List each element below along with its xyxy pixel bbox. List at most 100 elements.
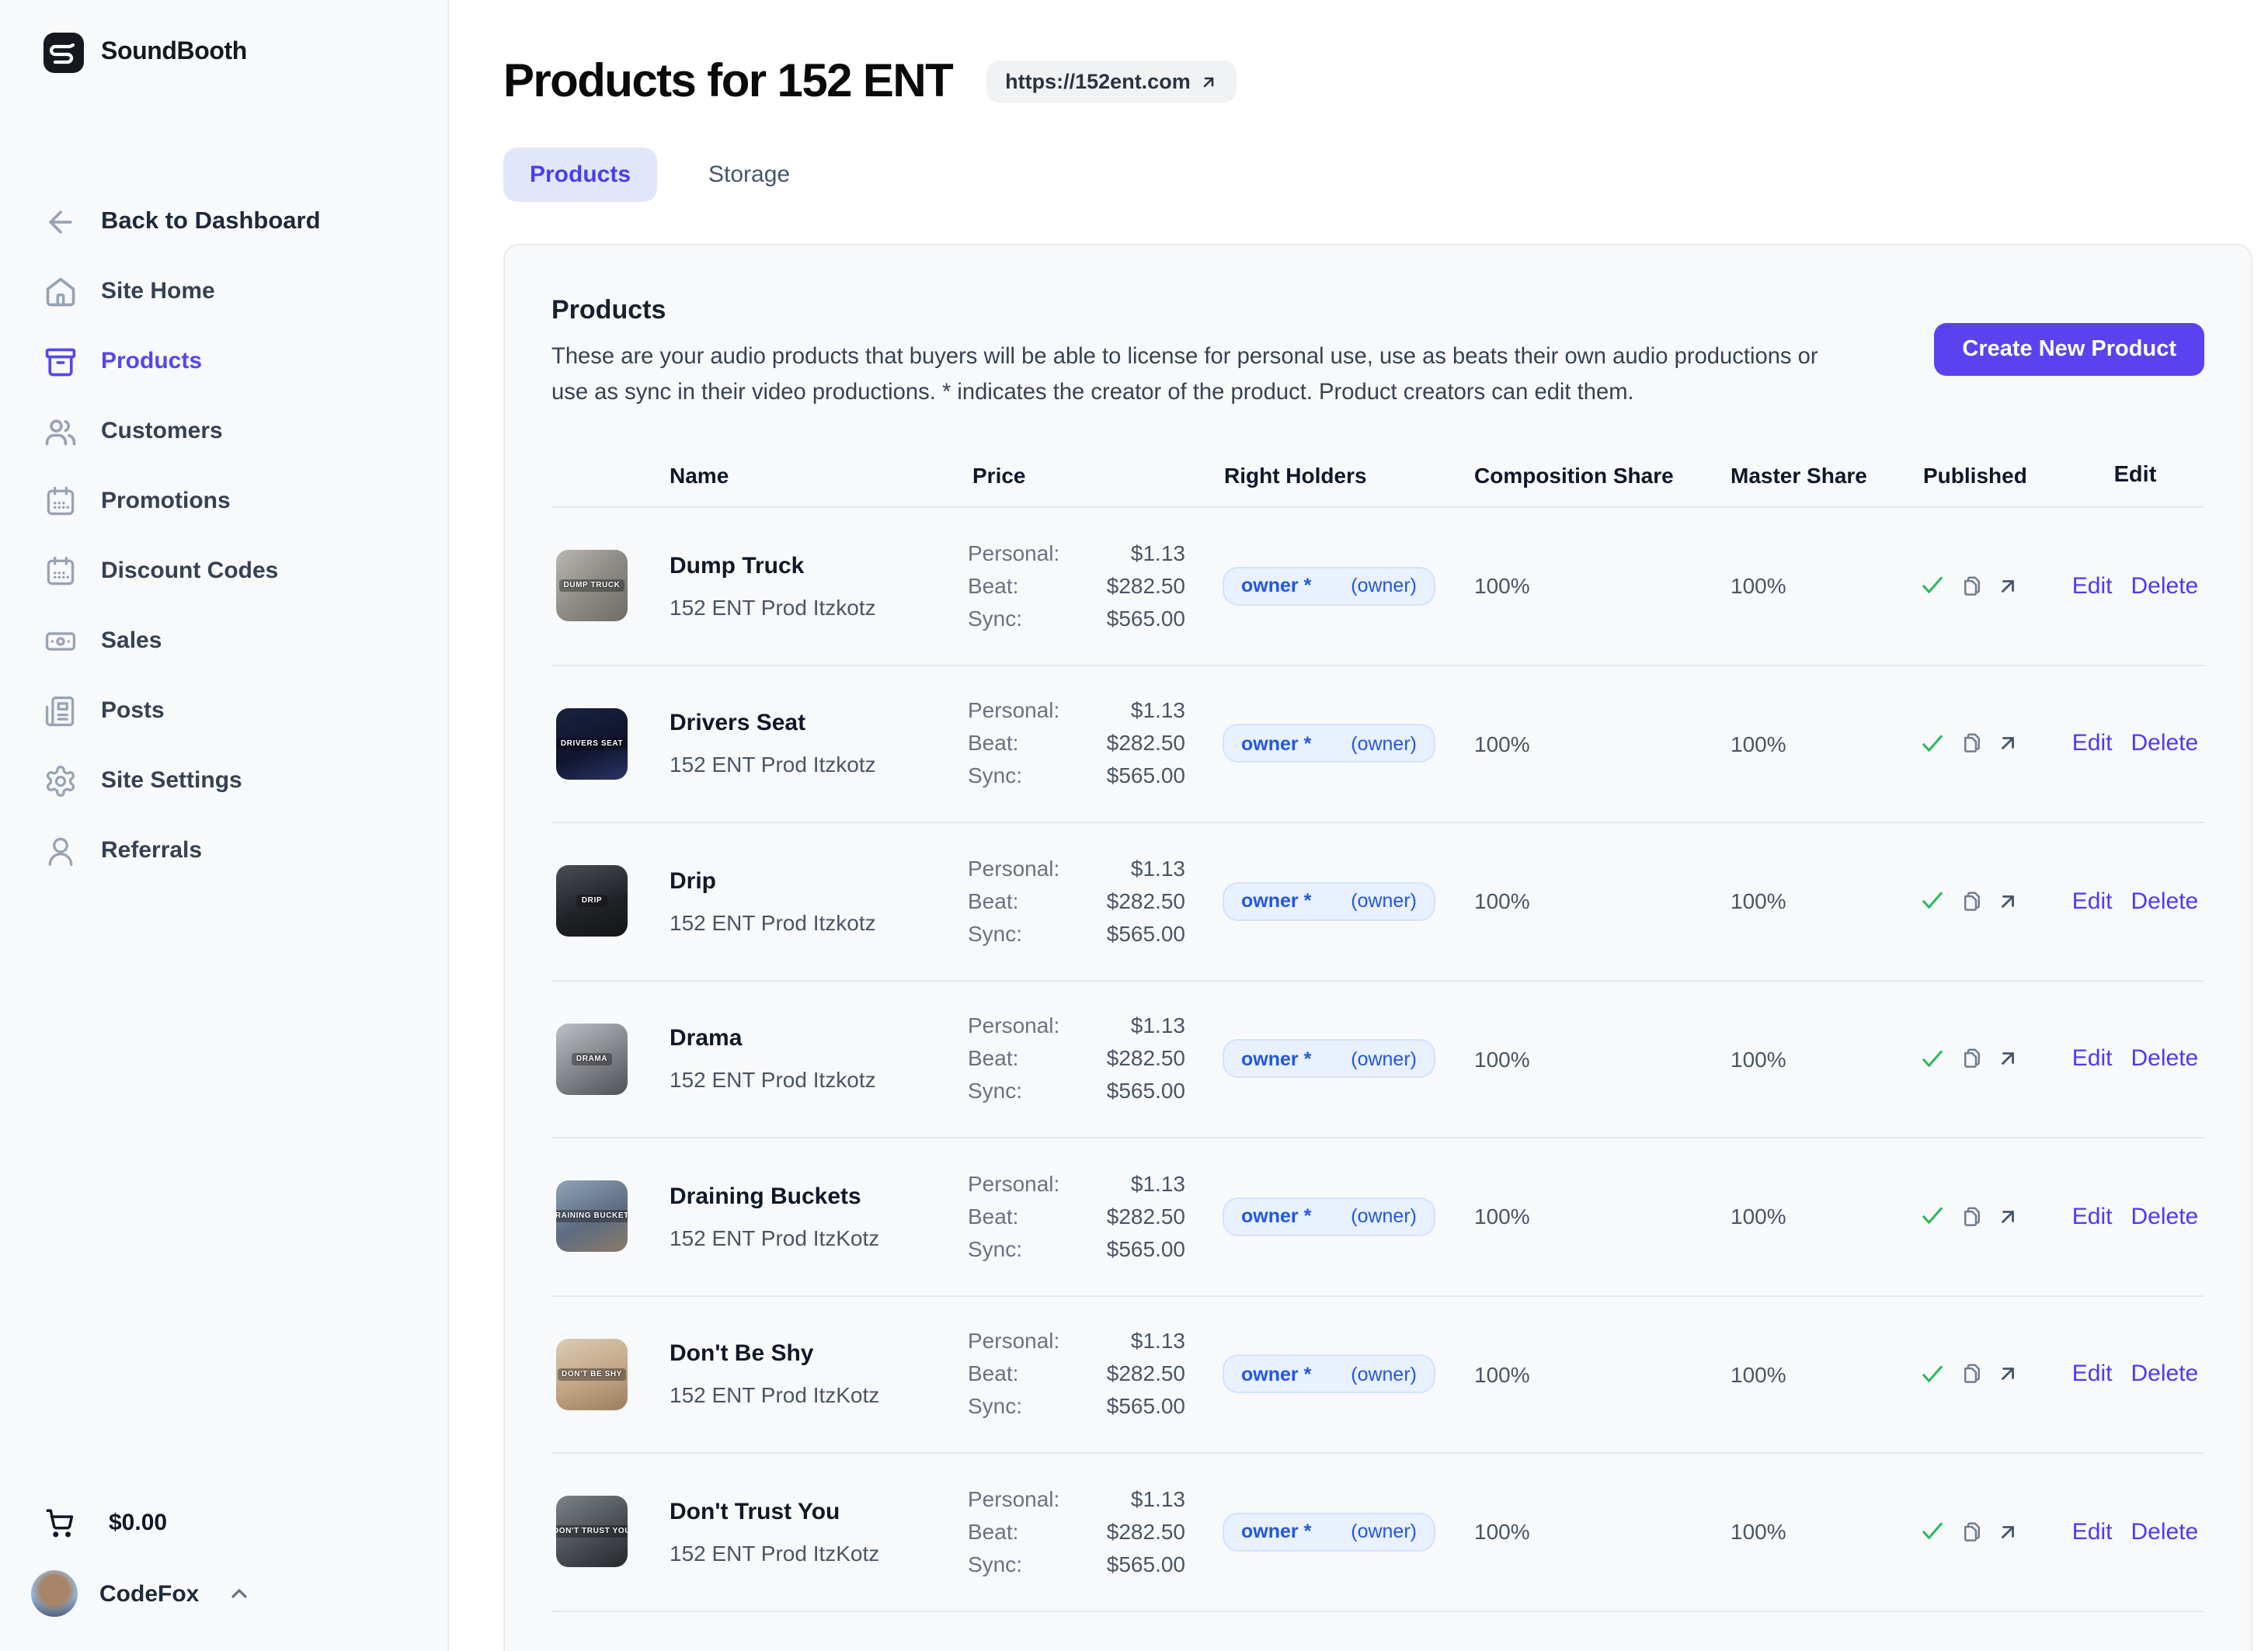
right-holder-badge[interactable]: owner * (owner) (1223, 1197, 1435, 1236)
sidebar-item-label: Referrals (101, 837, 202, 864)
right-holders-cell: owner * (owner) (1191, 1355, 1468, 1394)
column-master-share: Master Share (1724, 463, 1918, 488)
duplicate-icon[interactable] (1960, 1205, 1984, 1229)
right-holder-badge[interactable]: owner * (owner) (1223, 1513, 1435, 1552)
edit-link[interactable]: Edit (2072, 1361, 2113, 1388)
sidebar-item-customers[interactable]: Customers (0, 396, 447, 466)
product-creator: 152 ENT Prod Itzkotz (670, 753, 968, 777)
sidebar-item-label: Products (101, 348, 202, 374)
row-actions-cell: Edit Delete (2066, 1519, 2204, 1545)
create-new-product-button[interactable]: Create New Product (1934, 323, 2204, 376)
right-holder-badge[interactable]: owner * (owner) (1223, 567, 1435, 606)
right-holders-cell: owner * (owner) (1191, 1197, 1468, 1236)
users-icon (43, 414, 78, 448)
right-holder-role: (owner) (1351, 1206, 1417, 1228)
column-composition-share: Composition Share (1468, 463, 1724, 488)
product-thumbnail-cell: DRAMA (551, 1024, 670, 1095)
product-thumbnail: DUMP TRUCK (556, 551, 628, 622)
product-thumbnail: DRIVERS SEAT (556, 708, 628, 780)
duplicate-icon[interactable] (1960, 1363, 1984, 1386)
price-value-beat: $282.50 (1107, 728, 1185, 760)
product-thumbnail-cell: DRAINING BUCKETS (551, 1181, 670, 1253)
right-holder-badge[interactable]: owner * (owner) (1223, 882, 1435, 921)
edit-link[interactable]: Edit (2072, 1046, 2113, 1072)
sidebar-item-sales[interactable]: Sales (0, 606, 447, 676)
open-product-icon[interactable] (1998, 1364, 2018, 1385)
open-product-icon[interactable] (1998, 892, 2018, 912)
open-product-icon[interactable] (1998, 576, 2018, 596)
right-holder-badge[interactable]: owner * (owner) (1223, 1040, 1435, 1079)
sidebar-item-referrals[interactable]: Referrals (0, 815, 447, 885)
duplicate-icon[interactable] (1960, 575, 1984, 598)
delete-link[interactable]: Delete (2131, 888, 2199, 915)
product-name: Drama (670, 1026, 968, 1052)
published-check-icon (1918, 1203, 1946, 1231)
sidebar-item-promotions[interactable]: Promotions (0, 466, 447, 536)
sidebar-item-site-settings[interactable]: Site Settings (0, 746, 447, 815)
master-share-value: 100% (1724, 732, 1918, 756)
price-label-sync: Sync: (968, 1233, 1022, 1266)
product-thumbnail-cell: DUMP TRUCK (551, 551, 670, 622)
open-product-icon[interactable] (1998, 734, 2018, 754)
delete-link[interactable]: Delete (2131, 1519, 2199, 1545)
sidebar-item-label: Site Home (101, 278, 215, 304)
product-creator: 152 ENT Prod Itzkotz (670, 1068, 968, 1093)
delete-link[interactable]: Delete (2131, 1361, 2199, 1388)
table-row: DRIP Drip 152 ENT Prod Itzkotz Personal:… (551, 823, 2204, 981)
product-thumbnail-label: DON'T TRUST YOU (556, 1526, 628, 1538)
price-label-beat: Beat: (968, 570, 1018, 603)
open-product-icon[interactable] (1998, 1207, 2018, 1227)
price-label-beat: Beat: (968, 1358, 1018, 1391)
sidebar-item-posts[interactable]: Posts (0, 676, 447, 746)
delete-link[interactable]: Delete (2131, 731, 2199, 757)
right-holders-cell: owner * (owner) (1191, 882, 1468, 921)
delete-link[interactable]: Delete (2131, 1046, 2199, 1072)
product-name-cell: Draining Buckets 152 ENT Prod ItzKotz (670, 1184, 968, 1250)
soundbooth-logo-link[interactable]: SoundBooth (0, 31, 447, 75)
open-product-icon[interactable] (1998, 1049, 2018, 1069)
banknote-icon (43, 624, 78, 658)
right-holders-cell: owner * (owner) (1191, 1040, 1468, 1079)
duplicate-icon[interactable] (1960, 890, 1984, 913)
brand-name: SoundBooth (101, 39, 247, 67)
price-label-beat: Beat: (968, 1201, 1018, 1233)
user-menu[interactable]: CodeFox (0, 1558, 447, 1629)
price-value-sync: $565.00 (1107, 603, 1185, 635)
delete-link[interactable]: Delete (2131, 1204, 2199, 1230)
card-description: These are your audio products that buyer… (551, 340, 1853, 410)
right-holder-name: owner * (1241, 733, 1311, 755)
published-cell (1918, 1518, 2066, 1546)
sidebar-item-label: Customers (101, 418, 223, 444)
composition-share-value: 100% (1468, 889, 1724, 914)
duplicate-icon[interactable] (1960, 1521, 1984, 1544)
edit-link[interactable]: Edit (2072, 573, 2113, 600)
right-holders-cell: owner * (owner) (1191, 1513, 1468, 1552)
sidebar-item-site-home[interactable]: Site Home (0, 256, 447, 326)
edit-link[interactable]: Edit (2072, 731, 2113, 757)
tab-storage[interactable]: Storage (682, 148, 816, 202)
sidebar-item-discount-codes[interactable]: Discount Codes (0, 536, 447, 606)
back-to-dashboard-label: Back to Dashboard (101, 207, 321, 235)
sidebar-footer: $0.00 CodeFox (0, 1496, 447, 1629)
delete-link[interactable]: Delete (2131, 573, 2199, 600)
duplicate-icon[interactable] (1960, 732, 1984, 756)
edit-link[interactable]: Edit (2072, 888, 2113, 915)
site-url-link[interactable]: https://152ent.com (986, 61, 1237, 103)
product-price-cell: Personal: $1.13 Beat: $282.50 Sync: $565… (968, 537, 1191, 635)
back-to-dashboard-link[interactable]: Back to Dashboard (0, 186, 447, 256)
right-holder-badge[interactable]: owner * (owner) (1223, 725, 1435, 763)
duplicate-icon[interactable] (1960, 1048, 1984, 1071)
open-product-icon[interactable] (1998, 1522, 2018, 1542)
tab-products[interactable]: Products (503, 148, 657, 202)
right-holder-badge[interactable]: owner * (owner) (1223, 1355, 1435, 1394)
edit-link[interactable]: Edit (2072, 1519, 2113, 1545)
edit-link[interactable]: Edit (2072, 1204, 2113, 1230)
right-holder-role: (owner) (1351, 733, 1417, 755)
published-cell (1918, 572, 2066, 600)
published-check-icon (1918, 1518, 1946, 1546)
published-check-icon (1918, 730, 1946, 758)
product-price-cell: Personal: $1.13 Beat: $282.50 Sync: $565… (968, 1483, 1191, 1581)
chevron-up-icon (227, 1581, 252, 1606)
sidebar-item-products[interactable]: Products (0, 326, 447, 396)
cart-button[interactable]: $0.00 (0, 1496, 447, 1548)
